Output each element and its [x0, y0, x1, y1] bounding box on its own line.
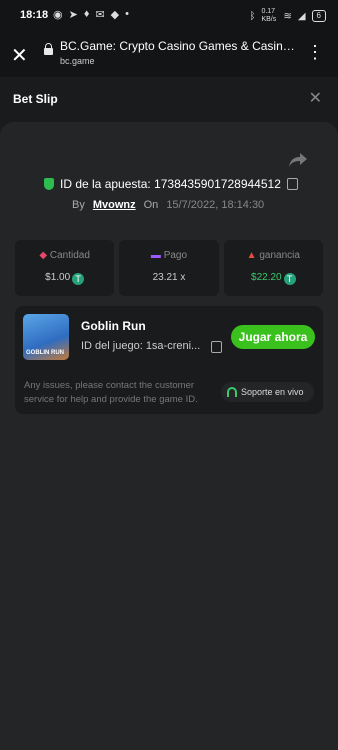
- page-url[interactable]: bc.game: [60, 56, 95, 66]
- stat-value: $22.20: [251, 272, 282, 283]
- payout-icon: ▬: [150, 250, 161, 261]
- stat-label: Pago: [163, 250, 188, 261]
- share-icon[interactable]: [288, 152, 308, 168]
- shield-icon: [44, 178, 54, 190]
- browser-toolbar: ✕ BC.Game: Crypto Casino Games & Casino …: [0, 32, 338, 77]
- bet-slip-title: Bet Slip: [13, 92, 58, 106]
- close-tab-icon[interactable]: ✕: [11, 43, 28, 68]
- close-icon[interactable]: ✕: [309, 88, 322, 108]
- notification-icons: ◉ ➤ ♦ ✉ ◆ •: [53, 8, 129, 21]
- bet-byline: By Mvownz On 15/7/2022, 18:14:30: [72, 199, 264, 211]
- wifi-icon: ≋: [283, 10, 292, 22]
- stat-value: $1.00: [45, 272, 71, 283]
- signal-icon: ◢: [297, 10, 306, 22]
- battery-icon: 6: [311, 10, 326, 22]
- lock-icon[interactable]: [44, 43, 53, 55]
- system-icons: ᛒ 0.17 KB/s ≋ ◢ 6: [249, 8, 326, 24]
- more-menu-icon[interactable]: ⋮: [306, 42, 324, 62]
- stat-payout: ▬ Pago 23.21 x: [119, 240, 219, 296]
- support-note: Any issues, please contact the customer …: [24, 380, 198, 405]
- game-name: Goblin Run: [81, 319, 146, 333]
- mail-icon: ✉: [95, 9, 105, 21]
- amount-icon: ◆: [39, 250, 48, 261]
- telegram-icon: ➤: [68, 9, 78, 21]
- headset-icon: [227, 387, 237, 397]
- notification-icon: ♦: [83, 8, 90, 20]
- tether-icon: T: [72, 273, 85, 285]
- stat-amount: ◆ Cantidad $1.00 T: [15, 240, 115, 296]
- stat-profit: ▲ ganancia $22.20 T: [223, 240, 323, 296]
- play-now-button[interactable]: Jugar ahora: [231, 325, 315, 349]
- net-speed: 0.17 KB/s: [261, 8, 277, 23]
- copy-game-id-icon[interactable]: [211, 341, 222, 353]
- live-support-button[interactable]: Soporte en vivo: [221, 382, 314, 402]
- bet-id-row: ID de la apuesta: 1738435901728944512: [44, 177, 298, 191]
- stat-label: Cantidad: [49, 250, 90, 261]
- bet-date: 15/7/2022, 18:14:30: [166, 199, 265, 211]
- status-bar: 18:18 ◉ ➤ ♦ ✉ ◆ • ᛒ 0.17 KB/s ≋ ◢ 6: [0, 0, 338, 32]
- game-thumbnail-text: GOBLIN RUN: [26, 350, 64, 356]
- user-link[interactable]: Mvownz: [93, 199, 136, 211]
- bet-slip-panel: ID de la apuesta: 1738435901728944512 By…: [0, 122, 338, 750]
- game-card: GOBLIN RUN Goblin Run ID del juego: 1sa-…: [15, 306, 323, 414]
- live-support-label: Soporte en vivo: [241, 387, 304, 397]
- copy-icon[interactable]: [286, 178, 298, 190]
- by-label: By: [72, 199, 85, 211]
- binance-icon: ◆: [110, 9, 120, 21]
- stat-value: 23.21 x: [152, 272, 186, 283]
- on-label: On: [143, 199, 159, 211]
- bluetooth-icon: ᛒ: [249, 10, 256, 22]
- profit-icon: ▲: [246, 250, 257, 261]
- page-title[interactable]: BC.Game: Crypto Casino Games & Casino Sl…: [60, 39, 300, 53]
- bet-stats: ◆ Cantidad $1.00 T ▬ Pago 23.21 x ▲ ganan…: [15, 240, 323, 296]
- bet-id: ID de la apuesta: 1738435901728944512: [60, 177, 281, 191]
- tether-icon: T: [283, 273, 296, 285]
- status-time: 18:18: [20, 9, 49, 21]
- game-id: ID del juego: 1sa-creni...: [81, 340, 201, 352]
- bet-slip-header: Bet Slip ✕: [0, 77, 338, 121]
- whatsapp-icon: ◉: [53, 9, 63, 21]
- dot-icon: •: [125, 8, 129, 20]
- game-thumbnail[interactable]: GOBLIN RUN: [23, 314, 69, 360]
- stat-label: ganancia: [259, 250, 300, 261]
